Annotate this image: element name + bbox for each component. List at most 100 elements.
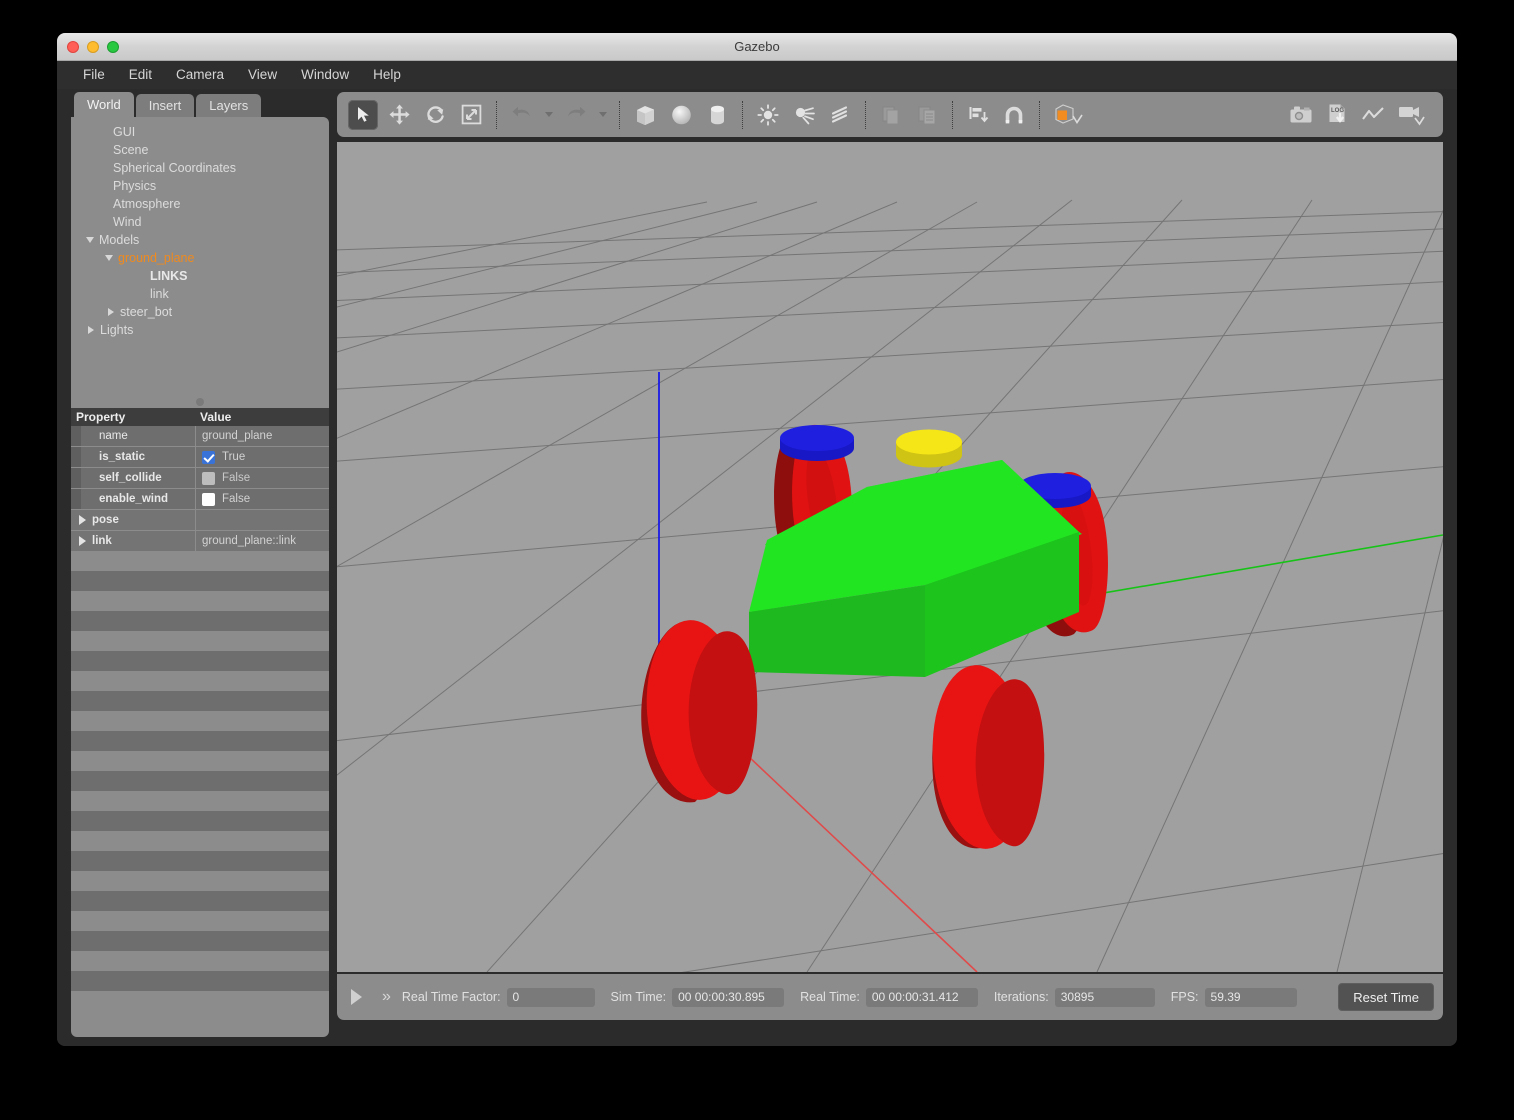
menu-file[interactable]: File: [71, 64, 117, 86]
property-value-cell[interactable]: ground_plane::link: [196, 531, 329, 551]
property-table-body: name ground_plane is_static True self_co…: [71, 426, 329, 992]
directional-light-button[interactable]: [825, 100, 855, 130]
insert-sphere-button[interactable]: [666, 100, 696, 130]
camera-icon: [1290, 106, 1312, 123]
translate-mode-button[interactable]: [384, 100, 414, 130]
simulation-status-bar: » Real Time Factor: 0 Sim Time: 00 00:00…: [337, 974, 1443, 1020]
scale-mode-button[interactable]: [456, 100, 486, 130]
undo-button[interactable]: [507, 100, 537, 130]
chevron-right-icon[interactable]: [84, 324, 97, 337]
render-area: LOG » Real Time Factor: 0 Sim Time: 00 0…: [337, 92, 1443, 1042]
tree-item-gui[interactable]: GUI: [71, 123, 329, 141]
zoom-button[interactable]: [107, 41, 119, 53]
menu-window[interactable]: Window: [289, 64, 361, 86]
property-row-is-static[interactable]: is_static True: [71, 447, 329, 468]
property-row-name[interactable]: name ground_plane: [71, 426, 329, 447]
tree-item-lights[interactable]: Lights: [71, 321, 329, 339]
tree-item-physics[interactable]: Physics: [71, 177, 329, 195]
is-static-checkbox[interactable]: [202, 450, 215, 464]
plot-button[interactable]: [1358, 100, 1388, 130]
property-row-empty: [71, 571, 329, 592]
property-row-self-collide[interactable]: self_collide False: [71, 468, 329, 489]
property-value-cell[interactable]: False: [196, 468, 329, 488]
step-button[interactable]: »: [382, 988, 391, 1006]
3d-render-view[interactable]: [337, 142, 1443, 972]
change-view-button[interactable]: [1050, 100, 1088, 130]
play-pause-button[interactable]: [351, 989, 362, 1005]
property-row-empty: [71, 931, 329, 952]
redo-dropdown-caret-icon[interactable]: [599, 112, 607, 117]
tree-item-ground-plane[interactable]: ground_plane: [71, 249, 329, 267]
record-video-button[interactable]: [1394, 100, 1432, 130]
tree-item-scene[interactable]: Scene: [71, 141, 329, 159]
sensor-puck: [896, 429, 962, 468]
select-mode-button[interactable]: [348, 99, 378, 130]
toolbar-separator: [952, 100, 953, 129]
tree-item-label: link: [150, 287, 169, 301]
chevron-right-icon[interactable]: [79, 536, 86, 546]
tab-insert[interactable]: Insert: [135, 94, 195, 117]
insert-cylinder-button[interactable]: [702, 100, 732, 130]
chevron-right-icon[interactable]: [104, 306, 117, 319]
menu-help[interactable]: Help: [361, 64, 413, 86]
menu-camera[interactable]: Camera: [164, 64, 236, 86]
property-row-enable-wind[interactable]: enable_wind False: [71, 489, 329, 510]
tab-layers[interactable]: Layers: [196, 94, 262, 117]
snap-button[interactable]: [999, 100, 1029, 130]
property-value-cell[interactable]: False: [196, 489, 329, 509]
chevron-down-icon[interactable]: [102, 252, 115, 265]
tree-item-models[interactable]: Models: [71, 231, 329, 249]
property-value-cell[interactable]: True: [196, 447, 329, 467]
align-button[interactable]: [963, 100, 993, 130]
tree-item-wind[interactable]: Wind: [71, 213, 329, 231]
real-time-label: Real Time:: [800, 990, 860, 1004]
property-row-link[interactable]: link ground_plane::link: [71, 531, 329, 552]
menu-edit[interactable]: Edit: [117, 64, 164, 86]
view-cube-icon: [1055, 103, 1083, 124]
tree-item-link[interactable]: link: [71, 285, 329, 303]
self-collide-checkbox[interactable]: [202, 471, 215, 485]
tab-world[interactable]: World: [74, 92, 134, 117]
undo-dropdown-caret-icon[interactable]: [545, 112, 553, 117]
panel-splitter[interactable]: [71, 396, 329, 408]
spot-light-button[interactable]: [789, 100, 819, 130]
property-row-empty: [71, 851, 329, 872]
column-header-property: Property: [76, 410, 126, 424]
move-arrows-icon: [389, 104, 410, 125]
tree-item-label: Models: [99, 233, 140, 247]
property-name-cell: is_static: [71, 447, 196, 467]
redo-arrow-icon: [568, 106, 586, 116]
tree-item-steer-bot[interactable]: steer_bot: [71, 303, 329, 321]
property-row-empty: [71, 731, 329, 752]
log-data-button[interactable]: LOG: [1322, 100, 1352, 130]
property-value-cell[interactable]: ground_plane: [196, 426, 329, 446]
chevron-right-icon[interactable]: [79, 515, 86, 525]
property-name-label: name: [99, 430, 128, 442]
property-value-cell[interactable]: [196, 510, 329, 530]
paste-button[interactable]: [912, 100, 942, 130]
insert-box-button[interactable]: [630, 100, 660, 130]
menu-view[interactable]: View: [236, 64, 289, 86]
reset-time-button[interactable]: Reset Time: [1338, 983, 1434, 1011]
redo-button[interactable]: [561, 100, 591, 130]
window-controls: [67, 33, 119, 61]
undo-arrow-icon: [512, 106, 530, 116]
menu-bar: File Edit Camera View Window Help: [57, 61, 1457, 89]
box-icon: [636, 105, 654, 125]
tree-item-spherical-coordinates[interactable]: Spherical Coordinates: [71, 159, 329, 177]
copy-button[interactable]: [876, 100, 906, 130]
tree-item-label: Physics: [113, 179, 157, 193]
chevron-down-icon[interactable]: [83, 234, 96, 247]
iterations-label: Iterations:: [993, 990, 1049, 1004]
property-name-cell: self_collide: [71, 468, 196, 488]
iterations-value: 30895: [1054, 987, 1155, 1007]
screenshot-button[interactable]: [1286, 100, 1316, 130]
point-light-button[interactable]: [753, 100, 783, 130]
close-button[interactable]: [67, 41, 79, 53]
enable-wind-checkbox[interactable]: [202, 492, 215, 506]
tree-item-label: ground_plane: [118, 251, 195, 265]
tree-item-atmosphere[interactable]: Atmosphere: [71, 195, 329, 213]
minimize-button[interactable]: [87, 41, 99, 53]
property-row-pose[interactable]: pose: [71, 510, 329, 531]
rotate-mode-button[interactable]: [420, 100, 450, 130]
